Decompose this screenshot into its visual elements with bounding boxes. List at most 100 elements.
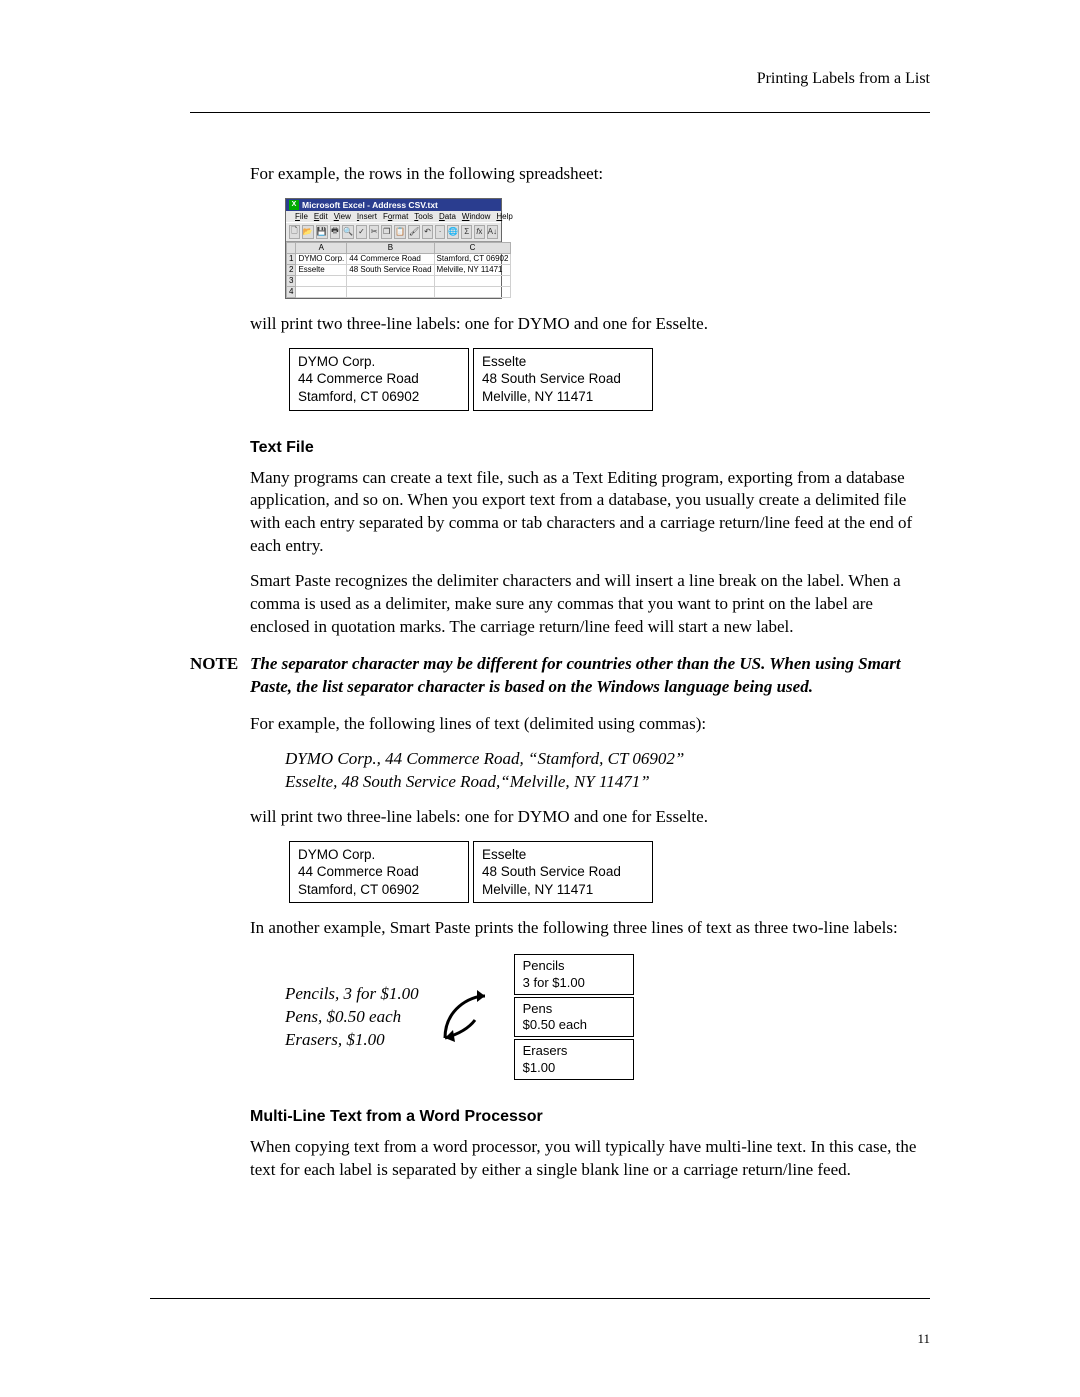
label-line: Stamford, CT 06902 bbox=[298, 388, 458, 406]
row-header: 1 bbox=[287, 253, 296, 264]
paste-icon: 📋 bbox=[394, 225, 406, 239]
csv-example: DYMO Corp., 44 Commerce Road, “Stamford,… bbox=[285, 748, 930, 794]
label-line: DYMO Corp. bbox=[298, 353, 458, 371]
menu-item: Data bbox=[439, 212, 456, 221]
preview-icon: 🔍 bbox=[342, 225, 354, 239]
label-line: 48 South Service Road bbox=[482, 370, 642, 388]
curved-arrow-icon bbox=[439, 990, 494, 1045]
address-label: Esselte 48 South Service Road Melville, … bbox=[473, 348, 653, 411]
running-header: Printing Labels from a List bbox=[190, 70, 930, 102]
spellcheck-icon: ✓ bbox=[356, 225, 367, 239]
label-line: $0.50 each bbox=[523, 1017, 623, 1033]
small-label: Pens $0.50 each bbox=[514, 997, 634, 1038]
cell bbox=[347, 275, 434, 286]
address-label: DYMO Corp. 44 Commerce Road Stamford, CT… bbox=[289, 841, 469, 904]
autosum-icon: Σ bbox=[461, 225, 472, 239]
paragraph: will print two three-line labels: one fo… bbox=[250, 313, 930, 336]
footer-rule bbox=[150, 1298, 930, 1299]
label-line: Pens bbox=[523, 1001, 623, 1017]
label-line: Esselte bbox=[482, 846, 642, 864]
menu-item: File bbox=[295, 212, 308, 221]
undo-icon: ↶ bbox=[422, 225, 433, 239]
label-line: Melville, NY 11471 bbox=[482, 388, 642, 406]
menu-item: Format bbox=[383, 212, 408, 221]
note-text: The separator character may be different… bbox=[250, 653, 930, 699]
label-line: Melville, NY 11471 bbox=[482, 881, 642, 899]
section-heading-multiline: Multi-Line Text from a Word Processor bbox=[250, 1108, 930, 1126]
row-header: 2 bbox=[287, 264, 296, 275]
col-header: C bbox=[434, 242, 511, 253]
hyperlink-icon: 🌐 bbox=[447, 225, 459, 239]
new-icon: 🗋 bbox=[289, 225, 300, 239]
menu-item: Tools bbox=[414, 212, 433, 221]
cut-icon: ✂ bbox=[369, 225, 380, 239]
select-all-cell bbox=[287, 242, 296, 253]
paragraph: For example, the rows in the following s… bbox=[250, 163, 930, 186]
paragraph: When copying text from a word processor,… bbox=[250, 1136, 930, 1182]
col-header: A bbox=[296, 242, 347, 253]
cell bbox=[434, 275, 511, 286]
spreadsheet-title-text: Microsoft Excel - Address CSV.txt bbox=[302, 200, 438, 210]
label-line: 48 South Service Road bbox=[482, 863, 642, 881]
label-line: DYMO Corp. bbox=[298, 846, 458, 864]
copy-icon: ❐ bbox=[381, 225, 392, 239]
cell bbox=[434, 286, 511, 297]
excel-app-icon: X bbox=[289, 200, 299, 210]
smartpaste-result-labels: Pencils 3 for $1.00 Pens $0.50 each Eras… bbox=[514, 954, 634, 1080]
menu-item: Edit bbox=[314, 212, 328, 221]
header-rule bbox=[190, 112, 930, 113]
print-icon: 🖶 bbox=[330, 225, 341, 239]
cell: Melville, NY 11471 bbox=[434, 264, 511, 275]
row-header: 3 bbox=[287, 275, 296, 286]
note-block: NOTE The separator character may be diff… bbox=[190, 653, 930, 699]
cell bbox=[347, 286, 434, 297]
cell: DYMO Corp. bbox=[296, 253, 347, 264]
row-header: 4 bbox=[287, 286, 296, 297]
cell bbox=[296, 286, 347, 297]
smartpaste-diagram: Pencils, 3 for $1.00 Pens, $0.50 each Er… bbox=[285, 954, 930, 1080]
small-label: Pencils 3 for $1.00 bbox=[514, 954, 634, 995]
cell: 48 South Service Road bbox=[347, 264, 434, 275]
spreadsheet-titlebar: X Microsoft Excel - Address CSV.txt bbox=[286, 199, 501, 211]
small-label: Erasers $1.00 bbox=[514, 1039, 634, 1080]
redo-icon: · bbox=[435, 225, 446, 239]
label-line: Erasers bbox=[523, 1043, 623, 1059]
label-line: $1.00 bbox=[523, 1060, 623, 1076]
cell: Stamford, CT 06902 bbox=[434, 253, 511, 264]
paragraph: In another example, Smart Paste prints t… bbox=[250, 917, 930, 940]
page-number: 11 bbox=[917, 1331, 930, 1347]
smartpaste-source-line: Erasers, $1.00 bbox=[285, 1029, 419, 1052]
label-line: Pencils bbox=[523, 958, 623, 974]
note-label: NOTE bbox=[190, 653, 238, 676]
menu-item: Insert bbox=[357, 212, 377, 221]
address-label: DYMO Corp. 44 Commerce Road Stamford, CT… bbox=[289, 348, 469, 411]
col-header: B bbox=[347, 242, 434, 253]
sort-asc-icon: A↓ bbox=[487, 225, 498, 239]
spreadsheet-figure: X Microsoft Excel - Address CSV.txt File… bbox=[285, 198, 502, 299]
label-pair-figure: DYMO Corp. 44 Commerce Road Stamford, CT… bbox=[285, 348, 930, 411]
open-icon: 📂 bbox=[302, 225, 314, 239]
paragraph: Smart Paste recognizes the delimiter cha… bbox=[250, 570, 930, 639]
cell bbox=[296, 275, 347, 286]
address-label: Esselte 48 South Service Road Melville, … bbox=[473, 841, 653, 904]
section-heading-text-file: Text File bbox=[250, 439, 930, 457]
function-icon: fx bbox=[474, 225, 485, 239]
label-line: 3 for $1.00 bbox=[523, 975, 623, 991]
smartpaste-source-text: Pencils, 3 for $1.00 Pens, $0.50 each Er… bbox=[285, 983, 419, 1052]
csv-example-line: Esselte, 48 South Service Road,“Melville… bbox=[285, 771, 930, 794]
save-icon: 💾 bbox=[316, 225, 328, 239]
smartpaste-source-line: Pencils, 3 for $1.00 bbox=[285, 983, 419, 1006]
paragraph: For example, the following lines of text… bbox=[250, 713, 930, 736]
paragraph: will print two three-line labels: one fo… bbox=[250, 806, 930, 829]
label-line: Esselte bbox=[482, 353, 642, 371]
csv-example-line: DYMO Corp., 44 Commerce Road, “Stamford,… bbox=[285, 748, 930, 771]
spreadsheet-toolbar: 🗋 📂 💾 🖶 🔍 ✓ ✂ ❐ 📋 🖌 ↶ · 🌐 Σ fx A↓ bbox=[286, 222, 501, 242]
label-pair-figure: DYMO Corp. 44 Commerce Road Stamford, CT… bbox=[285, 841, 930, 904]
cell: Esselte bbox=[296, 264, 347, 275]
menu-item: Window bbox=[462, 212, 490, 221]
menu-item: View bbox=[334, 212, 351, 221]
smartpaste-source-line: Pens, $0.50 each bbox=[285, 1006, 419, 1029]
format-painter-icon: 🖌 bbox=[408, 225, 420, 239]
label-line: Stamford, CT 06902 bbox=[298, 881, 458, 899]
cell: 44 Commerce Road bbox=[347, 253, 434, 264]
